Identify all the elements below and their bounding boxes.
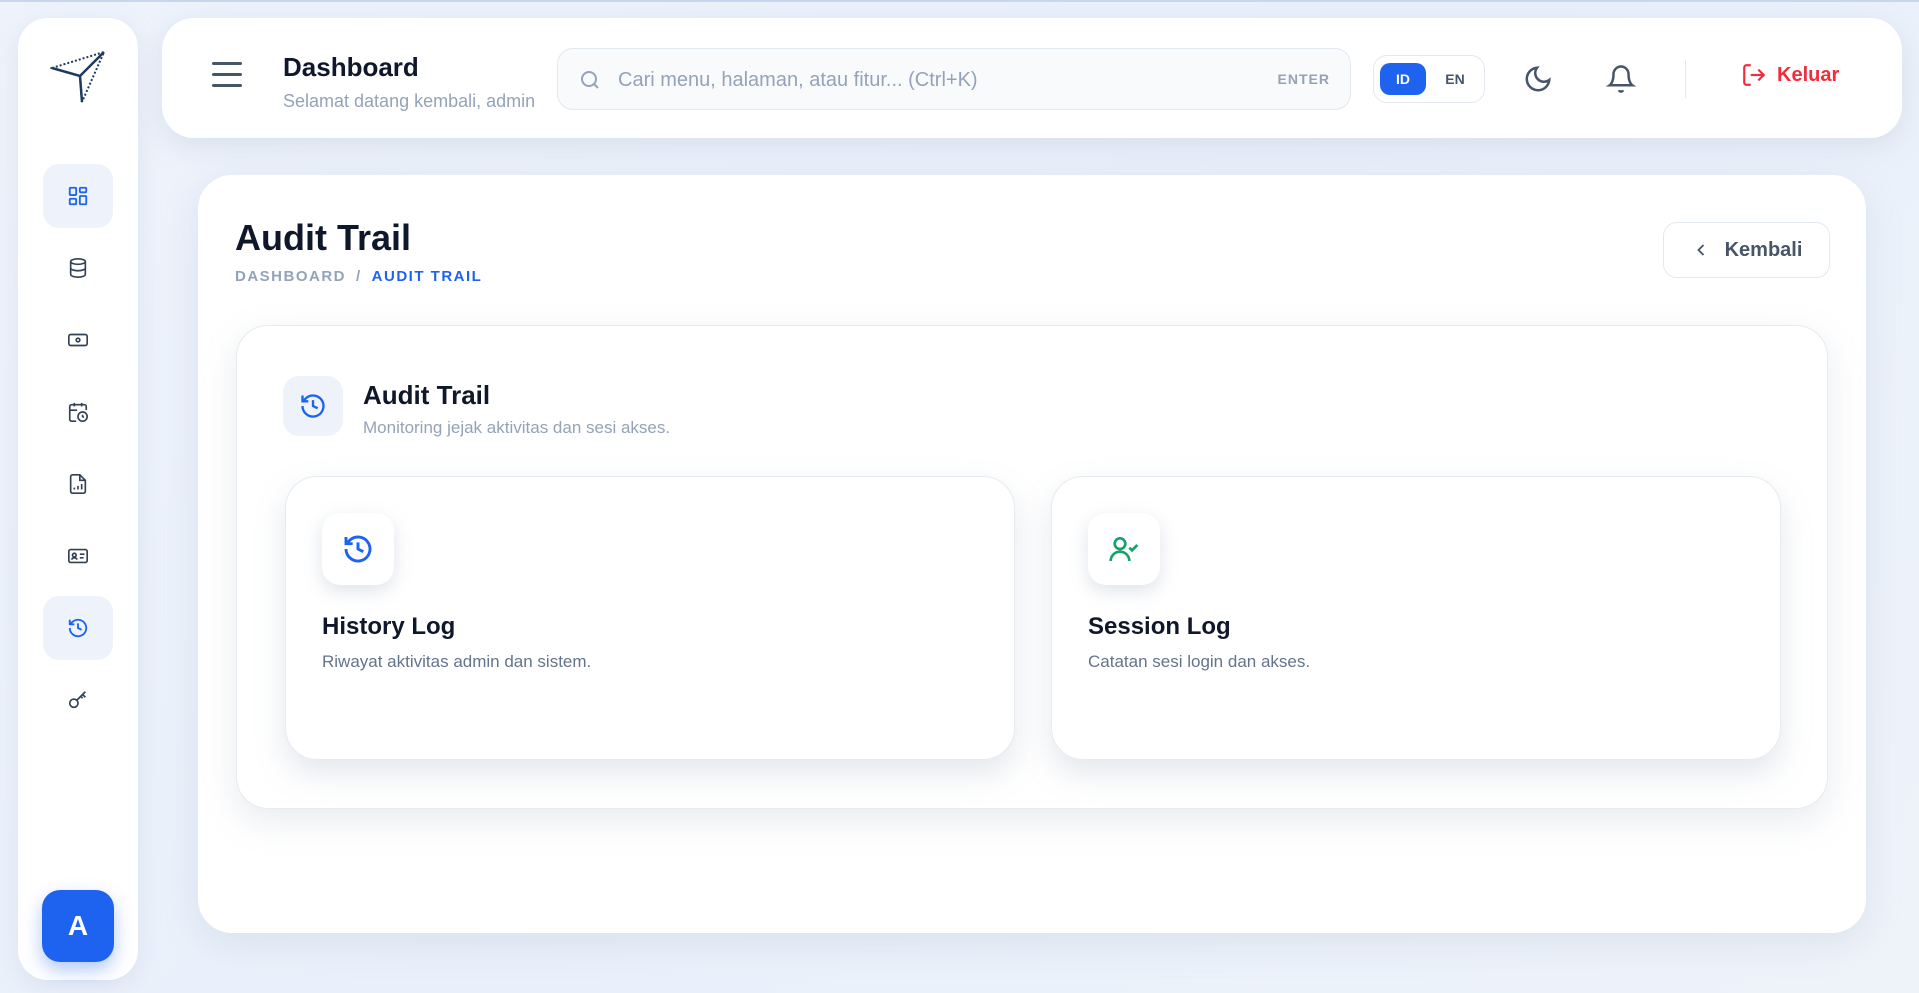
logout-icon [1743,64,1766,86]
key-icon [68,691,86,709]
hamburger-menu-icon[interactable] [212,62,242,92]
app-logo-icon[interactable] [48,48,106,104]
panel-history-icon [283,376,343,436]
history-icon [344,535,372,563]
sidebar-item-database[interactable] [43,236,113,300]
cash-icon [68,333,88,347]
card-subtitle: Catatan sesi login dan akses. [1088,652,1311,671]
grid-icon [68,186,88,206]
dark-mode-toggle[interactable] [1523,64,1553,94]
moon-icon [1525,66,1551,92]
search-icon [581,71,599,89]
card-icon-wrapper [1088,513,1160,585]
back-label: Kembali [1724,238,1803,261]
search-input[interactable] [618,61,1238,99]
bell-icon [1605,65,1637,93]
main-content: Audit Trail DASHBOARD / AUDIT TRAIL Kembal… [198,175,1866,933]
breadcrumb-separator: / [356,268,362,285]
sidebar-item-report[interactable] [43,452,113,516]
avatar[interactable]: A [42,890,114,962]
back-button[interactable]: Kembali [1663,222,1830,278]
calendar-clock-icon [68,402,88,422]
language-switcher: ID EN [1373,55,1485,103]
history-icon [68,618,88,638]
card-title: Session Log [1088,613,1231,640]
file-chart-icon [69,474,87,494]
top-header: Dashboard Selamat datang kembali, admin … [162,18,1902,138]
card-title: History Log [322,613,456,640]
sidebar-item-dashboard[interactable] [43,164,113,228]
session-log-card[interactable]: Session Log Catatan sesi login dan akses… [1051,476,1781,760]
search-enter-hint: ENTER [1277,71,1330,87]
chevron-left-icon [1696,244,1704,256]
audit-trail-panel: Audit Trail Monitoring jejak aktivitas d… [236,325,1828,809]
header-divider [1685,60,1686,98]
sidebar-item-access-key[interactable] [43,668,113,732]
sidebar-item-schedule[interactable] [43,380,113,444]
search-bar: ENTER [557,48,1351,110]
lang-id-button[interactable]: ID [1380,63,1426,95]
sidebar-item-payment[interactable] [43,308,113,372]
header-subtitle: Selamat datang kembali, admin [283,91,536,111]
database-icon [69,258,87,278]
history-icon [301,394,325,418]
page-title: Audit Trail [235,217,412,258]
card-icon-wrapper [322,513,394,585]
header-title: Dashboard [283,52,419,82]
lang-en-button[interactable]: EN [1432,63,1478,95]
breadcrumb: DASHBOARD / AUDIT TRAIL [235,268,482,285]
id-card-icon [68,548,88,564]
notifications-button[interactable] [1605,64,1637,94]
card-subtitle: Riwayat aktivitas admin dan sistem. [322,652,592,671]
panel-title: Audit Trail [363,380,491,410]
logout-label: Keluar [1777,63,1840,86]
sidebar-item-id-card[interactable] [43,524,113,588]
user-check-icon [1109,537,1139,562]
sidebar: A [18,18,138,980]
sidebar-item-audit-trail[interactable] [43,596,113,660]
logout-button[interactable]: Keluar [1741,62,1839,88]
breadcrumb-current: AUDIT TRAIL [371,268,483,285]
panel-subtitle: Monitoring jejak aktivitas dan sesi akse… [363,418,671,437]
top-border [0,0,1919,2]
history-log-card[interactable]: History Log Riwayat aktivitas admin dan … [285,476,1015,760]
breadcrumb-dashboard[interactable]: DASHBOARD [235,268,346,285]
